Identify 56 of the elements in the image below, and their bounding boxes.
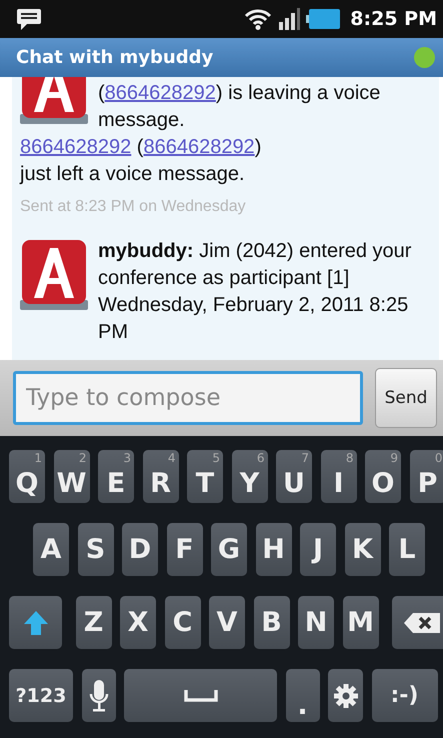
battery-icon: [306, 8, 340, 30]
sent-timestamp: Sent at 8:23 PM on Wednesday: [20, 197, 247, 217]
key[interactable]: L: [389, 523, 425, 576]
key[interactable]: C: [164, 596, 200, 649]
message-text: 8664628292 (8664628292): [20, 135, 262, 160]
space-bar-icon: [184, 690, 218, 702]
key[interactable]: A: [33, 523, 69, 576]
phone-link[interactable]: 8664628292: [143, 136, 255, 158]
settings-key[interactable]: [328, 669, 363, 722]
key[interactable]: B: [254, 596, 290, 649]
message-text: just left a voice message.: [20, 162, 246, 187]
key[interactable]: F: [166, 523, 202, 576]
signal-icon: [278, 8, 300, 30]
phone-link[interactable]: 8664628292: [20, 136, 132, 158]
key[interactable]: 6 Y: [232, 450, 268, 503]
send-button[interactable]: Send: [375, 368, 437, 428]
key[interactable]: 2 W: [54, 450, 90, 503]
backspace-icon: [403, 612, 441, 634]
clock: 8:25 PM: [350, 8, 437, 30]
key[interactable]: 9 O: [365, 450, 401, 503]
up-arrow-icon: [22, 608, 48, 636]
wifi-icon: [244, 8, 272, 30]
key[interactable]: 5 T: [187, 450, 223, 503]
microphone-icon: [88, 678, 108, 712]
backspace-key[interactable]: [392, 596, 443, 649]
key[interactable]: 3 E: [98, 450, 134, 503]
key[interactable]: N: [298, 596, 334, 649]
key[interactable]: X: [120, 596, 156, 649]
key[interactable]: K: [344, 523, 380, 576]
key[interactable]: G: [211, 523, 247, 576]
key[interactable]: 4 R: [142, 450, 178, 503]
avatar-icon: [20, 240, 88, 312]
key[interactable]: 8 I: [320, 450, 356, 503]
microphone-key[interactable]: [82, 669, 116, 722]
message-text: mybuddy: Jim (2042) entered your conference as participant [1] Wednesday, February 2, 2011 8:25 PM: [98, 239, 412, 345]
key[interactable]: Z: [76, 596, 112, 649]
key[interactable]: S: [78, 523, 114, 576]
shift-key[interactable]: [9, 596, 62, 649]
key[interactable]: 7 U: [276, 450, 312, 503]
settings-icon: [332, 682, 358, 708]
key[interactable]: D: [122, 523, 158, 576]
message-text: (8664628292) is leaving a voice message.: [98, 81, 382, 133]
key[interactable]: H: [256, 523, 292, 576]
compose-field[interactable]: Type to compose: [13, 371, 363, 425]
message-icon: [16, 7, 42, 31]
phone-link[interactable]: 8664628292: [104, 82, 216, 104]
key[interactable]: 1 Q: [9, 450, 45, 503]
key[interactable]: V: [209, 596, 245, 649]
key[interactable]: 0 P: [410, 450, 443, 503]
key[interactable]: ?123: [9, 669, 73, 722]
key[interactable]: M: [342, 596, 378, 649]
chat-title: Chat with mybuddy: [16, 47, 214, 68]
key[interactable]: J: [300, 523, 336, 576]
space-key[interactable]: [124, 669, 277, 722]
period-key[interactable]: .: [286, 669, 320, 722]
key[interactable]: :-): [372, 669, 438, 722]
